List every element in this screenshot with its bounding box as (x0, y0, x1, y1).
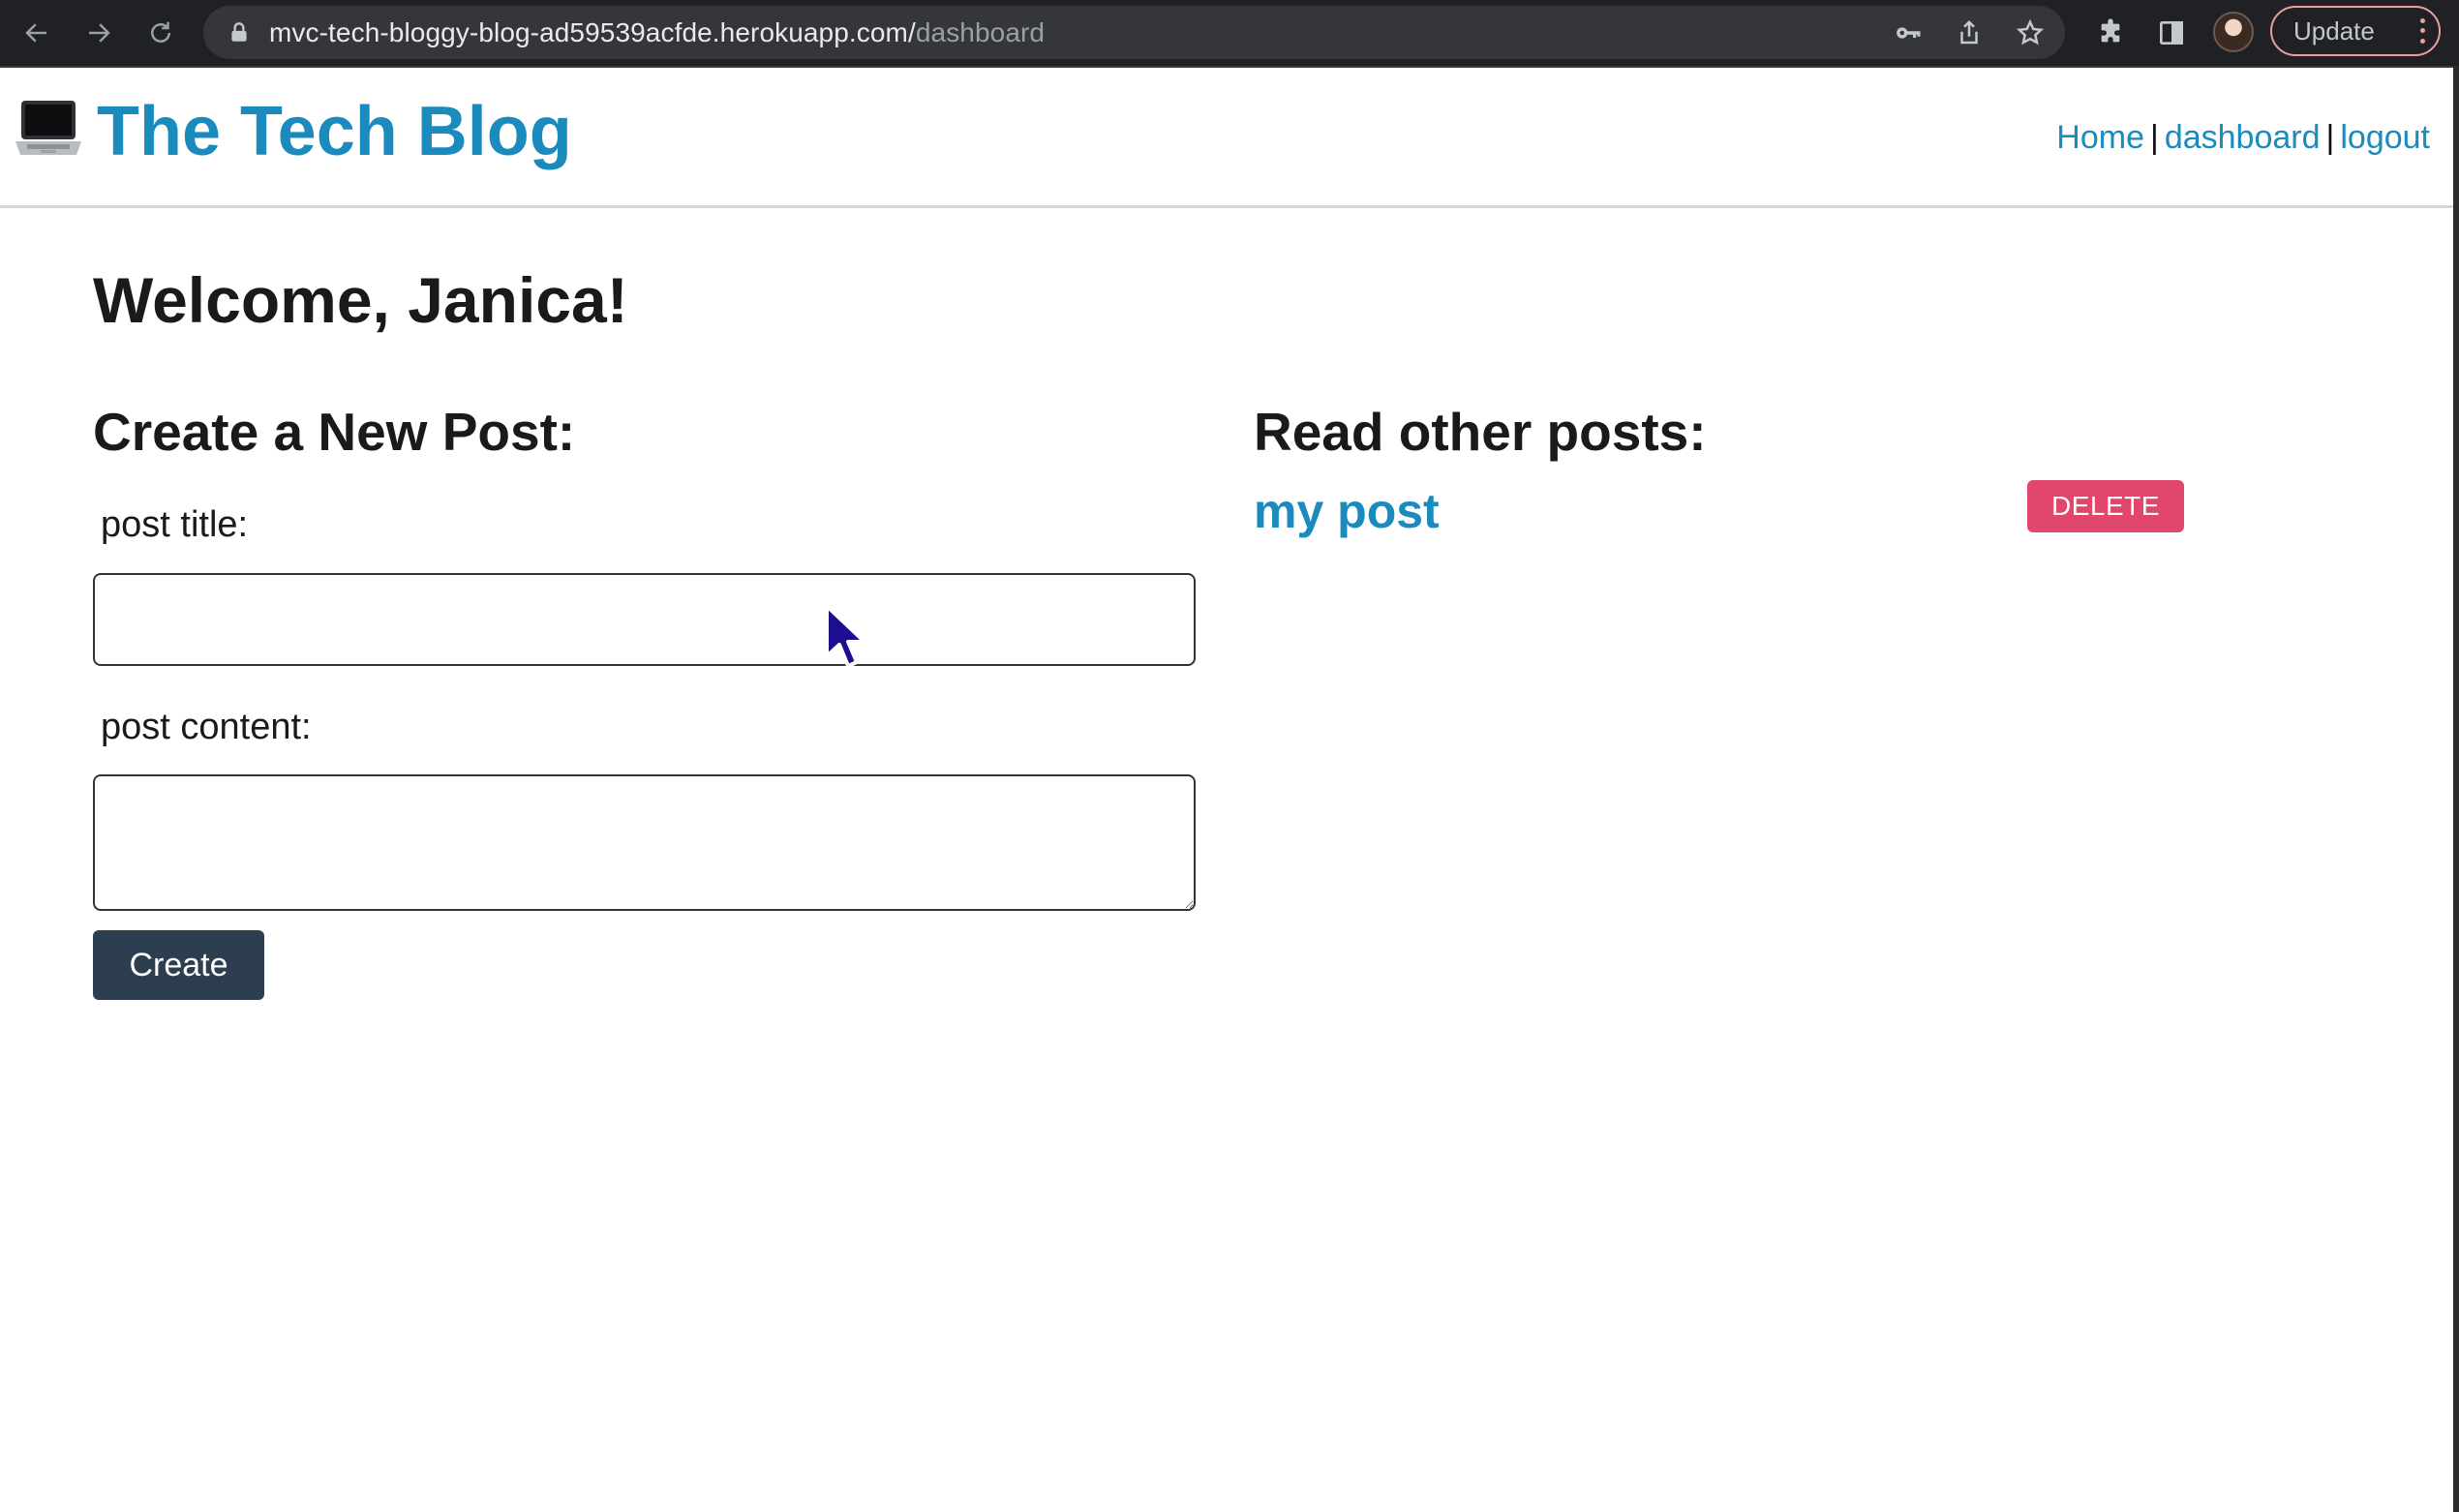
read-posts-heading: Read other posts: (1254, 402, 1707, 462)
url-path: dashboard (915, 17, 1046, 47)
address-bar[interactable]: mvc-tech-bloggy-blog-ad59539acfde.heroku… (203, 6, 2065, 59)
nav-home-link[interactable]: Home (2056, 119, 2144, 156)
lock-icon (231, 22, 247, 42)
kebab-menu-icon[interactable] (2417, 15, 2427, 46)
welcome-heading: Welcome, Janica! (93, 264, 628, 336)
update-button[interactable]: Update (2270, 6, 2441, 56)
post-content-label: post content: (101, 707, 312, 747)
post-content-textarea[interactable] (93, 774, 1196, 911)
site-title[interactable]: The Tech Blog (97, 91, 572, 172)
create-button[interactable]: Create (93, 930, 264, 1000)
top-nav: Home | dashboard | logout (2056, 116, 2430, 159)
nav-dashboard-link[interactable]: dashboard (2165, 119, 2321, 156)
profile-avatar[interactable] (2213, 12, 2254, 52)
laptop-icon (15, 101, 81, 155)
forward-arrow-icon[interactable] (77, 12, 120, 54)
create-post-heading: Create a New Post: (93, 402, 576, 462)
browser-toolbar: mvc-tech-bloggy-blog-ad59539acfde.heroku… (0, 0, 2459, 68)
reload-icon[interactable] (139, 12, 182, 54)
nav-separator: | (2149, 119, 2159, 156)
delete-post-button[interactable]: DELETE (2027, 480, 2184, 532)
url-host: mvc-tech-bloggy-blog-ad59539acfde.heroku… (269, 17, 916, 47)
extensions-puzzle-icon[interactable] (2091, 14, 2130, 52)
mouse-pointer-icon (825, 604, 866, 668)
back-arrow-icon[interactable] (15, 12, 58, 54)
nav-separator: | (2325, 119, 2335, 156)
bookmark-star-icon[interactable] (2013, 15, 2048, 50)
post-title-label: post title: (101, 504, 249, 545)
post-title-input[interactable] (93, 573, 1196, 666)
side-panel-icon[interactable] (2152, 14, 2191, 52)
window-edge (2453, 66, 2459, 1512)
share-icon[interactable] (1952, 15, 1987, 50)
post-title-link[interactable]: my post (1254, 482, 1440, 540)
key-icon[interactable] (1891, 15, 1926, 50)
update-label: Update (2293, 16, 2375, 45)
site-header: The Tech Blog Home | dashboard | logout (0, 68, 2453, 208)
url-text[interactable]: mvc-tech-bloggy-blog-ad59539acfde.heroku… (269, 6, 1045, 59)
nav-logout-link[interactable]: logout (2340, 119, 2430, 156)
